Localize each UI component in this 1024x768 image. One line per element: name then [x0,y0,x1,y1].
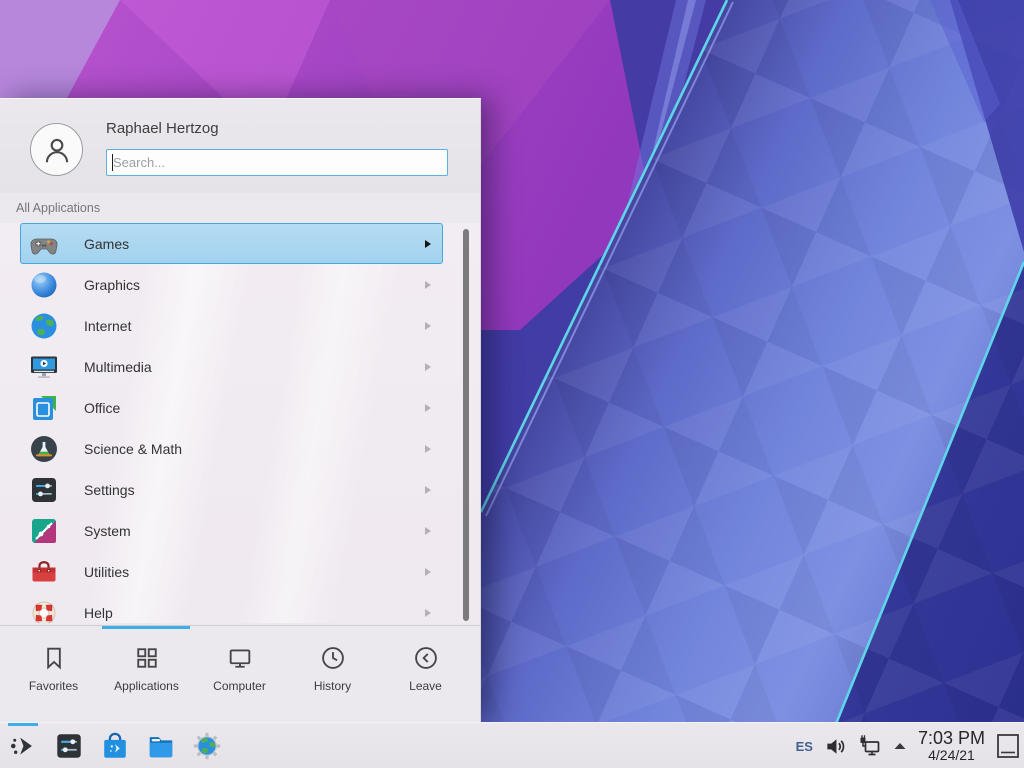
section-label: All Applications [16,201,100,215]
taskbar-dolphin-button[interactable] [146,731,176,761]
category-science-math[interactable]: Science & Math [20,428,443,469]
submenu-arrow-icon [425,445,431,453]
tab-leave[interactable]: Leave [379,633,472,693]
show-desktop-button[interactable] [996,733,1020,759]
category-label: Utilities [84,564,129,580]
tab-label: Applications [114,679,179,693]
submenu-arrow-icon [425,486,431,494]
tab-label: Leave [409,679,442,693]
category-graphics[interactable]: Graphics [20,264,443,305]
submenu-arrow-icon [425,404,431,412]
expand-tray-arrow-icon[interactable] [893,741,907,751]
digital-clock[interactable]: 7:03 PM 4/24/21 [918,729,985,763]
taskbar-browser-button[interactable] [192,731,222,761]
globe-gear-icon [192,731,222,761]
network-icon[interactable] [858,734,882,758]
clock-date: 4/24/21 [928,748,975,763]
lifebuoy-icon [28,597,60,624]
category-label: Games [84,236,129,252]
submenu-arrow-icon [425,322,431,330]
tab-label: History [314,679,351,693]
launcher-active-indicator [8,723,38,726]
clock-time: 7:03 PM [918,729,985,748]
text-cursor [112,154,113,171]
bookmark-icon [40,644,68,672]
leave-icon [412,644,440,672]
kickoff-icon [8,731,38,761]
tab-history[interactable]: History [286,633,379,693]
taskbar-launcher-button[interactable] [8,731,38,761]
submenu-arrow-icon [425,240,431,248]
category-internet[interactable]: Internet [20,305,443,346]
submenu-arrow-icon [425,281,431,289]
sphere-icon [28,269,60,301]
system-tray: ES [796,723,1020,768]
keyboard-layout-indicator[interactable]: ES [796,739,813,754]
discover-bag-icon [100,731,130,761]
folder-icon [146,731,176,761]
launcher-tabbar: Favorites Applications C [7,633,472,693]
user-icon [40,133,74,167]
toolbox-icon [28,556,60,588]
category-label: Graphics [84,277,140,293]
active-tab-indicator [102,626,190,629]
search-input[interactable] [106,149,448,176]
monitor-play-icon [28,351,60,383]
application-launcher-popup: Raphael Hertzog All Applications [0,98,481,722]
taskbar-discover-button[interactable] [100,731,130,761]
taskbar-system-settings-button[interactable] [54,731,84,761]
category-help[interactable]: Help [20,592,443,623]
category-list: Games Graphics [0,223,480,623]
category-games[interactable]: Games [20,223,443,264]
user-name: Raphael Hertzog [106,120,219,137]
submenu-arrow-icon [425,568,431,576]
tab-label: Computer [213,679,266,693]
category-label: Office [84,400,120,416]
category-utilities[interactable]: Utilities [20,551,443,592]
submenu-arrow-icon [425,363,431,371]
search-field-wrap [106,149,448,176]
clock-icon [319,644,347,672]
tab-applications[interactable]: Applications [100,633,193,693]
scrollbar[interactable] [463,229,469,621]
launcher-header: Raphael Hertzog [0,99,480,193]
category-label: Science & Math [84,441,182,457]
tabbar-separator [0,625,480,626]
category-office[interactable]: Office [20,387,443,428]
avatar[interactable] [30,123,83,176]
sliders-color-icon [28,515,60,547]
category-label: System [84,523,131,539]
desktop: Raphael Hertzog All Applications [0,0,1024,768]
category-label: Multimedia [84,359,152,375]
document-icon [28,392,60,424]
category-label: Internet [84,318,131,334]
tab-computer[interactable]: Computer [193,633,286,693]
category-multimedia[interactable]: Multimedia [20,346,443,387]
submenu-arrow-icon [425,527,431,535]
category-label: Help [84,605,113,621]
submenu-arrow-icon [425,609,431,617]
gamepad-icon [28,228,60,260]
tab-label: Favorites [29,679,78,693]
sliders-dark-icon [28,474,60,506]
category-settings[interactable]: Settings [20,469,443,510]
flask-icon [28,433,60,465]
volume-icon[interactable] [824,735,847,758]
taskbar: ES [0,722,1024,768]
globe-icon [28,310,60,342]
tab-favorites[interactable]: Favorites [7,633,100,693]
computer-icon [226,644,254,672]
grid-icon [133,644,161,672]
category-label: Settings [84,482,135,498]
system-settings-icon [54,731,84,761]
category-system[interactable]: System [20,510,443,551]
